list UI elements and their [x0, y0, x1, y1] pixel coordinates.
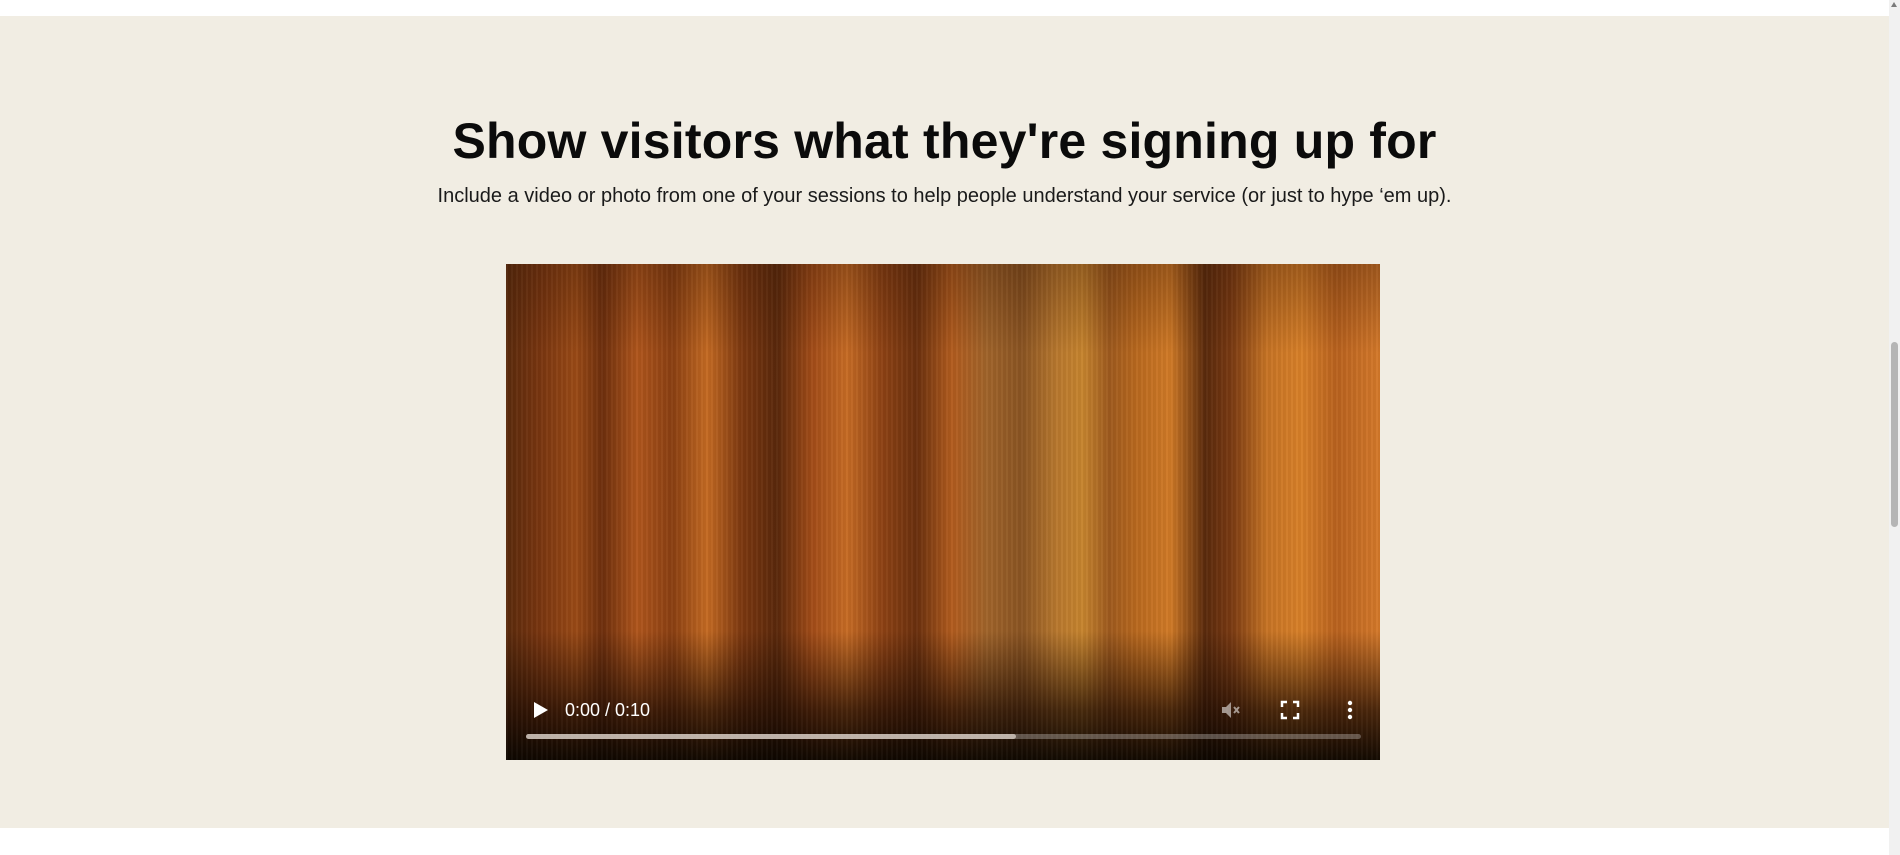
scroll-up-arrow-icon[interactable] — [1891, 2, 1897, 7]
video-progress-fill — [526, 734, 1017, 739]
fullscreen-icon[interactable] — [1278, 698, 1302, 722]
video-progress-bar[interactable] — [526, 734, 1361, 739]
video-controls: 0:00 / 0:10 — [506, 664, 1380, 760]
more-vertical-icon[interactable] — [1338, 698, 1362, 722]
play-icon[interactable] — [528, 698, 552, 722]
video-showcase-section: Show visitors what they're signing up fo… — [0, 16, 1889, 828]
video-time-display: 0:00 / 0:10 — [565, 700, 651, 720]
volume-muted-icon[interactable] — [1218, 698, 1242, 722]
scrollbar-thumb[interactable] — [1891, 342, 1898, 527]
section-headline: Show visitors what they're signing up fo… — [452, 113, 1437, 169]
page-scrollbar[interactable] — [1889, 0, 1900, 855]
section-subheadline: Include a video or photo from one of you… — [437, 185, 1452, 207]
page: Show visitors what they're signing up fo… — [0, 0, 1900, 855]
video-player[interactable]: 0:00 / 0:10 — [506, 264, 1380, 760]
